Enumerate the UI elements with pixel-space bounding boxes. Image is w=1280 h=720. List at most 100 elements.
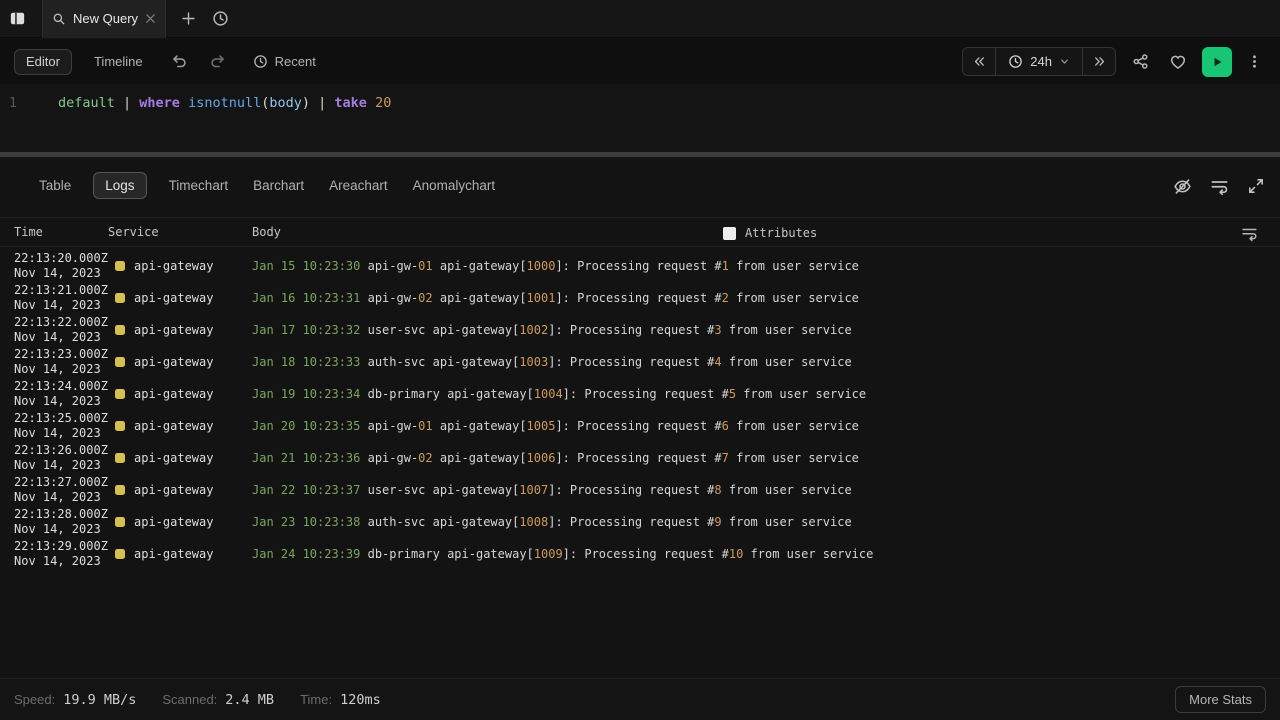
- wrap-lines-button[interactable]: [1209, 176, 1229, 196]
- hide-columns-button[interactable]: [1172, 176, 1192, 196]
- log-row[interactable]: 22:13:21.000ZNov 14, 2023api-gatewayJan …: [0, 282, 1280, 314]
- log-body-cell: Jan 18 10:23:33 auth-svc api-gateway[100…: [252, 355, 1280, 369]
- log-body-segment: ]: Processing request #: [555, 291, 721, 305]
- log-body-segment: 10: [729, 547, 743, 561]
- editor-mode-button[interactable]: Editor: [14, 49, 72, 75]
- line-number: 1: [0, 96, 34, 111]
- log-body-cell: Jan 20 10:23:35 api-gw-01 api-gateway[10…: [252, 419, 1280, 433]
- share-button[interactable]: [1126, 48, 1154, 76]
- log-body-segment: 1002: [519, 323, 548, 337]
- favorite-button[interactable]: [1164, 48, 1192, 76]
- code-token: where: [139, 95, 180, 111]
- play-icon: [1209, 54, 1225, 70]
- log-row[interactable]: 22:13:26.000ZNov 14, 2023api-gatewayJan …: [0, 442, 1280, 474]
- code-token: isnotnull: [188, 95, 261, 111]
- more-stats-button[interactable]: More Stats: [1175, 686, 1266, 713]
- redo-button[interactable]: [205, 49, 231, 75]
- share-icon: [1132, 53, 1149, 70]
- log-row[interactable]: 22:13:22.000ZNov 14, 2023 api-gateway Jan …: [0, 314, 1280, 346]
- log-row[interactable]: 22:13:20.000ZNov 14, 2023api-gatewayJan …: [0, 250, 1280, 282]
- tab-close-icon[interactable]: [145, 11, 156, 27]
- log-body-segment: ]: Processing request #: [555, 451, 721, 465]
- log-date: Nov 14, 2023: [14, 330, 108, 346]
- log-time: 22:13:25.000Z: [14, 411, 108, 427]
- view-tab-timechart[interactable]: Timechart: [166, 172, 232, 199]
- header-wrap-button[interactable]: [1240, 224, 1258, 242]
- column-header-time[interactable]: Time: [0, 225, 108, 239]
- recent-button[interactable]: Recent: [247, 50, 322, 73]
- eye-off-icon: [1173, 177, 1192, 196]
- log-body-segment: 8: [714, 483, 721, 497]
- service-color-dot: [115, 389, 125, 399]
- log-time-cell: 22:13:28.000ZNov 14, 2023: [0, 507, 108, 538]
- column-header-service[interactable]: Service: [108, 225, 252, 239]
- log-row[interactable]: 22:13:24.000ZNov 14, 2023api-gatewayJan …: [0, 378, 1280, 410]
- sidebar-toggle-button[interactable]: [0, 0, 34, 38]
- attributes-toggle[interactable]: Attributes: [723, 218, 817, 248]
- query-editor[interactable]: 1 default | where isnotnull(body) | take…: [0, 84, 1280, 152]
- undo-button[interactable]: [167, 49, 193, 75]
- log-body-segment: from user service: [722, 323, 852, 337]
- clock-icon: [253, 54, 268, 69]
- log-body-cell: Jan 23 10:23:38 auth-svc api-gateway[100…: [252, 515, 1280, 529]
- scanned-value: 2.4 MB: [225, 692, 274, 708]
- log-body-segment: Jan 17 10:23:32: [252, 323, 360, 337]
- log-body-segment: 1001: [527, 291, 556, 305]
- expand-icon: [1247, 177, 1265, 195]
- service-color-dot: [115, 293, 125, 303]
- attributes-checkbox[interactable]: [723, 227, 736, 240]
- log-row[interactable]: 22:13:25.000ZNov 14, 2023api-gatewayJan …: [0, 410, 1280, 442]
- view-tab-areachart[interactable]: Areachart: [326, 172, 391, 199]
- log-body-cell: Jan 22 10:23:37 user-svc api-gateway[100…: [252, 483, 1280, 497]
- log-service-cell: api-gateway: [108, 515, 252, 529]
- log-body-segment: 3: [714, 323, 721, 337]
- log-service-cell: api-gateway: [108, 483, 252, 497]
- log-time-cell: 22:13:26.000ZNov 14, 2023: [0, 443, 108, 474]
- log-body-segment: ]: Processing request #: [548, 483, 714, 497]
- log-date: Nov 14, 2023: [14, 554, 108, 570]
- view-tab-logs[interactable]: Logs: [93, 172, 146, 199]
- plus-icon: [181, 11, 196, 26]
- log-body-segment: 4: [714, 355, 721, 369]
- expand-fullscreen-button[interactable]: [1246, 176, 1266, 196]
- timeline-mode-button[interactable]: Timeline: [88, 50, 149, 73]
- view-tab-barchart[interactable]: Barchart: [250, 172, 307, 199]
- service-name: api-gateway: [134, 323, 213, 337]
- log-body-segment: user-svc api-gateway[: [360, 323, 519, 337]
- tab-new-query[interactable]: New Query: [42, 0, 166, 38]
- log-time: 22:13:29.000Z: [14, 539, 108, 555]
- log-time-cell: 22:13:27.000ZNov 14, 2023: [0, 475, 108, 506]
- log-row[interactable]: 22:13:23.000ZNov 14, 2023api-gatewayJan …: [0, 346, 1280, 378]
- chevron-down-icon: [1059, 56, 1070, 67]
- log-body-segment: Jan 16 10:23:31: [252, 291, 360, 305]
- service-name: api-gateway: [134, 515, 213, 529]
- history-button[interactable]: [206, 5, 234, 33]
- log-body-segment: ]: Processing request #: [563, 387, 729, 401]
- log-body-segment: api-gateway[: [433, 419, 527, 433]
- log-row[interactable]: 22:13:29.000ZNov 14, 2023api-gatewayJan …: [0, 538, 1280, 570]
- log-body-segment: 9: [714, 515, 721, 529]
- code-token: [180, 95, 188, 111]
- time-range-prev-button[interactable]: [963, 48, 995, 75]
- run-query-button[interactable]: [1202, 47, 1232, 77]
- code-token: take: [334, 95, 367, 111]
- time-range-selector[interactable]: 24h: [995, 48, 1083, 75]
- more-options-button[interactable]: [1242, 48, 1266, 76]
- view-tab-anomalychart[interactable]: Anomalychart: [410, 172, 499, 199]
- log-body-segment: user-svc api-gateway[: [360, 483, 519, 497]
- log-row[interactable]: 22:13:28.000ZNov 14, 2023 api-gateway Jan …: [0, 506, 1280, 538]
- service-color-dot: [115, 261, 125, 271]
- view-tab-table[interactable]: Table: [36, 172, 74, 199]
- log-date: Nov 14, 2023: [14, 426, 108, 442]
- code-token: ): [302, 95, 310, 111]
- log-body-segment: 01: [418, 259, 432, 273]
- log-time-cell: 22:13:22.000ZNov 14, 2023: [0, 315, 108, 346]
- time-range-next-button[interactable]: [1083, 48, 1115, 75]
- log-row[interactable]: 22:13:27.000ZNov 14, 2023api-gatewayJan …: [0, 474, 1280, 506]
- log-body-segment: 7: [722, 451, 729, 465]
- new-tab-button[interactable]: [174, 5, 202, 33]
- log-date: Nov 14, 2023: [14, 266, 108, 282]
- recent-label: Recent: [275, 54, 316, 69]
- log-body-segment: 01: [418, 419, 432, 433]
- scanned-label: Scanned:: [162, 692, 217, 707]
